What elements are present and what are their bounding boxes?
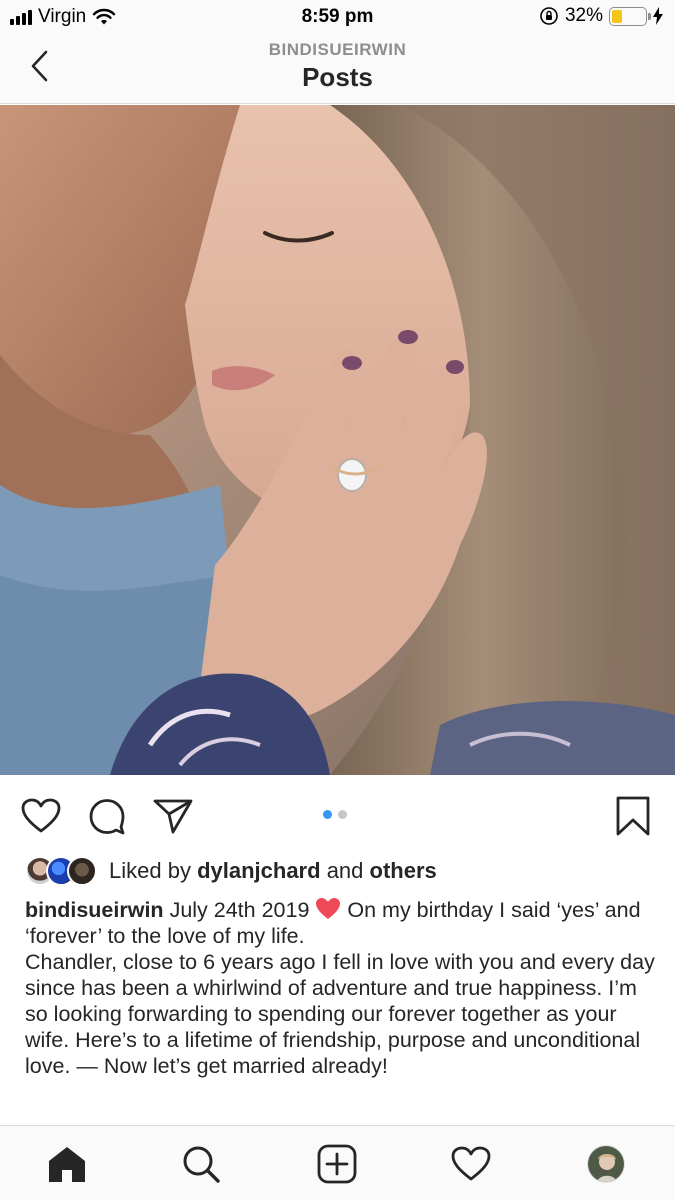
nav-header: BINDISUEIRWIN Posts [0,34,675,104]
activity-heart-icon [451,1146,491,1181]
carousel-dot-active [323,810,332,819]
tab-new-post[interactable] [315,1142,359,1186]
caption-username[interactable]: bindisueirwin [25,898,164,922]
red-heart-icon [316,898,341,919]
battery-percent: 32% [564,5,603,26]
tab-profile[interactable] [584,1142,628,1186]
comment-icon [89,799,125,835]
profile-avatar [587,1145,625,1183]
liker-username[interactable]: dylanjchard [197,858,320,883]
search-icon [183,1146,220,1183]
likes-joiner: and [326,858,364,883]
page-title: Posts [302,62,373,92]
caption-body: Chandler, close to 6 years ago I fell in… [25,950,655,1078]
avatar [67,856,97,886]
save-button[interactable] [612,795,654,837]
orientation-lock-icon [540,7,558,25]
share-icon [153,799,193,834]
caption-date: July 24th 2019 [169,898,310,922]
tab-search[interactable] [179,1142,223,1186]
home-icon [49,1147,85,1182]
post-image[interactable] [0,105,675,775]
like-button[interactable] [20,795,62,837]
battery-icon [609,6,651,26]
carousel-indicator [323,810,347,819]
share-button[interactable] [152,795,194,837]
tab-home[interactable] [45,1142,89,1186]
post-caption: bindisueirwin July 24th 2019 On my birth… [25,897,655,1079]
liker-avatars [25,856,97,886]
likes-prefix: Liked by [109,858,191,883]
comment-button[interactable] [86,795,128,837]
tab-bar [0,1125,675,1200]
charging-bolt-icon [653,7,663,25]
likes-row[interactable]: Liked by dylanjchard and others [25,853,665,889]
new-post-icon [317,1144,357,1184]
carousel-dot [338,810,347,819]
profile-username: BINDISUEIRWIN [268,40,407,59]
status-bar: Virgin 8:59 pm 32% [0,0,675,34]
tab-activity[interactable] [449,1142,493,1186]
likes-text: Liked by dylanjchard and others [109,858,437,884]
status-right: 32% [539,5,663,27]
likes-others[interactable]: others [370,858,437,883]
heart-icon [21,798,61,833]
engagement-photo [0,105,675,775]
bookmark-icon [616,796,650,836]
